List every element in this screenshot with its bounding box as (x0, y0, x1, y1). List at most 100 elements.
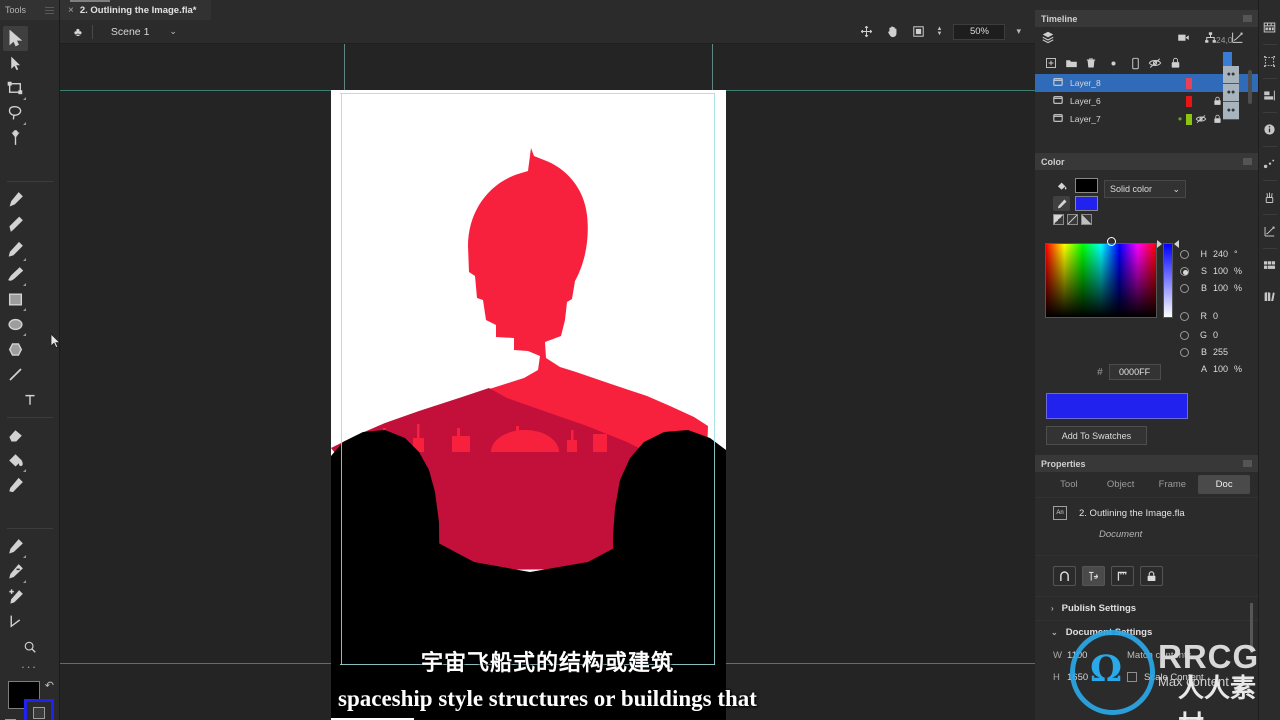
layer-visibility-toggle[interactable] (1192, 114, 1209, 124)
text-tool[interactable] (3, 387, 57, 412)
add-layer-icon[interactable] (1041, 57, 1061, 69)
polystar-tool[interactable] (3, 337, 28, 362)
radio-r[interactable] (1180, 311, 1189, 321)
tab-doc[interactable]: Doc (1198, 475, 1250, 494)
paint-bucket-tool[interactable] (3, 448, 28, 473)
timeline-frame-cell[interactable]: ●● (1223, 84, 1239, 102)
color-field-value[interactable]: 100 (1213, 266, 1228, 276)
radio-b-hsb[interactable] (1180, 283, 1189, 293)
add-anchor-tool[interactable] (3, 584, 28, 609)
color-field-value[interactable]: 0 (1213, 311, 1218, 321)
timeline-frames-column[interactable]: ●● ●● ●● (1223, 66, 1239, 120)
match-contents-label[interactable]: Match contents (1127, 650, 1191, 661)
radio-h[interactable] (1180, 249, 1189, 259)
paint-brush-tool[interactable] (3, 187, 28, 212)
brightness-slider-handle-right[interactable] (1174, 240, 1179, 248)
fill-row[interactable] (1053, 178, 1098, 193)
publish-settings-section[interactable]: › Publish Settings (1035, 596, 1258, 620)
timeline-frame-cell[interactable]: ●● (1223, 102, 1239, 120)
brightness-slider-handle-left[interactable] (1157, 240, 1162, 248)
color-spectrum-marker[interactable] (1107, 237, 1116, 246)
tab-frame[interactable]: Frame (1147, 475, 1199, 494)
color-field-a[interactable]: A 100 % (1180, 364, 1242, 374)
layer-outline-dot[interactable]: • (1174, 113, 1186, 125)
fluid-brush-tool[interactable] (3, 262, 28, 287)
width-value[interactable]: 1100 (1067, 650, 1127, 661)
fit-stage-icon[interactable] (911, 24, 926, 39)
pen-tool[interactable] (3, 534, 28, 559)
lock-guides-icon[interactable] (1140, 566, 1163, 586)
selection-tool[interactable] (3, 26, 28, 51)
color-spectrum-picker[interactable] (1045, 243, 1157, 318)
align-icon[interactable] (1259, 46, 1280, 77)
color-field-value[interactable]: 240 (1213, 249, 1228, 259)
timeline-frame-cell[interactable]: ●● (1223, 66, 1239, 84)
scale-content-checkbox[interactable] (1127, 672, 1137, 682)
tools-overflow-button[interactable]: ... (0, 657, 59, 670)
paint-brushes-icon[interactable] (1259, 182, 1280, 213)
stroke-color-chip[interactable] (1075, 196, 1098, 211)
color-type-select[interactable]: Solid color ⌄ (1104, 180, 1186, 198)
radio-s[interactable] (1180, 266, 1189, 276)
snap-align-icon[interactable] (1082, 566, 1105, 586)
frame-picker-icon[interactable] (1259, 250, 1280, 281)
bone-tool[interactable] (3, 126, 28, 151)
convert-anchor-tool[interactable] (3, 609, 28, 634)
scale-content-label[interactable]: Scale Content (1144, 672, 1204, 683)
color-preview-swatch[interactable] (1046, 393, 1188, 419)
color-field-g[interactable]: G 0 (1180, 330, 1218, 340)
lock-icon[interactable] (1165, 57, 1185, 69)
delete-anchor-tool[interactable] (3, 559, 28, 584)
black-and-white-icon[interactable] (1053, 214, 1064, 225)
oval-tool[interactable] (3, 312, 28, 337)
color-field-r[interactable]: R 0 (1180, 311, 1218, 321)
height-value[interactable]: 1650 (1067, 672, 1127, 683)
graph-editor-icon[interactable] (1259, 216, 1280, 247)
add-to-swatches-button[interactable]: Add To Swatches (1046, 426, 1147, 445)
transform-icon[interactable] (1259, 80, 1280, 111)
hand-icon[interactable] (885, 24, 900, 39)
color-field-b-rgb[interactable]: B 255 (1180, 347, 1228, 357)
document-settings-section[interactable]: ⌄ Document Settings (1035, 620, 1258, 644)
layer-depth-icon[interactable] (1041, 30, 1055, 49)
stroke-color-swatch[interactable] (24, 699, 54, 720)
stage-canvas[interactable] (331, 90, 726, 720)
panel-menu-icon[interactable] (1243, 460, 1252, 467)
free-transform-tool[interactable] (3, 76, 28, 101)
motion-presets-icon[interactable] (1259, 148, 1280, 179)
stage-area[interactable]: 宇宙飞船式的结构或建筑 spaceship style structures o… (60, 44, 1035, 720)
move-stage-icon[interactable] (859, 24, 874, 39)
color-field-value[interactable]: 100 (1213, 364, 1228, 374)
timeline-scrollbar[interactable] (1248, 70, 1252, 104)
pencil-icon[interactable] (1053, 196, 1070, 211)
scene-name-label[interactable]: Scene 1 (111, 26, 150, 38)
camera-icon[interactable] (1177, 31, 1190, 49)
line-tool[interactable] (3, 362, 28, 387)
paint-bucket-icon[interactable] (1053, 178, 1070, 193)
eyedropper-tool[interactable] (3, 473, 28, 498)
lasso-tool[interactable] (3, 101, 28, 126)
delete-layer-icon[interactable] (1081, 57, 1101, 69)
document-tab[interactable]: × 2. Outlining the Image.fla* (60, 0, 211, 20)
panel-menu-icon[interactable] (1243, 15, 1252, 22)
library-icon[interactable] (1259, 12, 1280, 43)
fill-color-chip[interactable] (1075, 178, 1098, 193)
snap-to-objects-icon[interactable] (1053, 566, 1076, 586)
color-field-b-hsb[interactable]: B 100 % (1180, 283, 1242, 293)
eraser-tool[interactable] (3, 423, 28, 448)
panel-menu-icon[interactable] (45, 6, 54, 14)
close-icon[interactable]: × (68, 5, 74, 16)
assets-icon[interactable] (1259, 281, 1280, 312)
color-field-value[interactable]: 0 (1213, 330, 1218, 340)
subselection-tool[interactable] (3, 51, 28, 76)
snap-to-guides-icon[interactable] (1111, 566, 1134, 586)
radio-g[interactable] (1180, 330, 1189, 340)
zoom-tool[interactable] (3, 634, 57, 659)
radio-b-rgb[interactable] (1180, 347, 1189, 357)
pencil-tool[interactable] (3, 237, 28, 262)
tab-object[interactable]: Object (1095, 475, 1147, 494)
stroke-row[interactable] (1053, 196, 1098, 211)
show-hide-all-icon[interactable] (1125, 57, 1145, 70)
timeline-playhead[interactable] (1223, 52, 1232, 66)
properties-scrollbar[interactable] (1250, 603, 1253, 653)
